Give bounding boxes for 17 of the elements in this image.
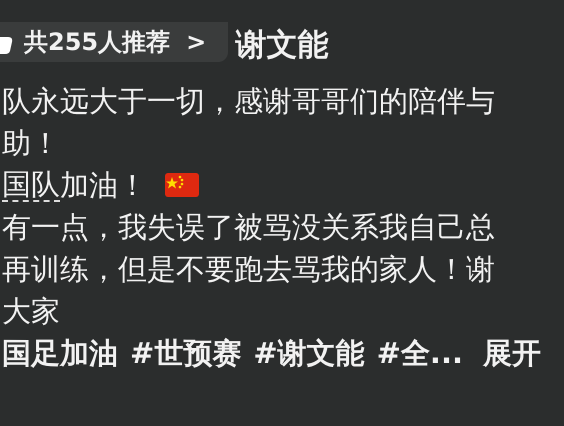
expand-link[interactable]: 展开 [482, 332, 541, 374]
caption-text: 加油！ [60, 167, 147, 204]
hashtag-link[interactable]: #全... [376, 332, 463, 374]
caption-line: 再训练，但是不要跑去骂我的家人！谢 [2, 251, 496, 288]
hashtag-link[interactable]: 国足加油 [2, 332, 118, 374]
author-name[interactable]: 谢文能 [233, 24, 328, 66]
recommend-count: 共255人推荐 [24, 27, 170, 58]
chevron-icon: > [186, 28, 206, 56]
recommend-pill[interactable]: 共255人推荐 > [0, 22, 228, 62]
caption-line: 有一点，我失误了被骂没关系我自己总 [2, 209, 496, 246]
caption-line: 队永远大于一切，感谢哥哥们的陪伴与 [2, 83, 496, 120]
flag-icon [165, 173, 199, 197]
hashtag-link[interactable]: #谢文能 [253, 332, 365, 374]
hashtag-link[interactable]: #世预赛 [130, 332, 242, 374]
mention-link[interactable]: 国队 [2, 168, 60, 202]
caption-line: 大家 [2, 293, 61, 330]
caption-line: 助！ [2, 125, 61, 162]
